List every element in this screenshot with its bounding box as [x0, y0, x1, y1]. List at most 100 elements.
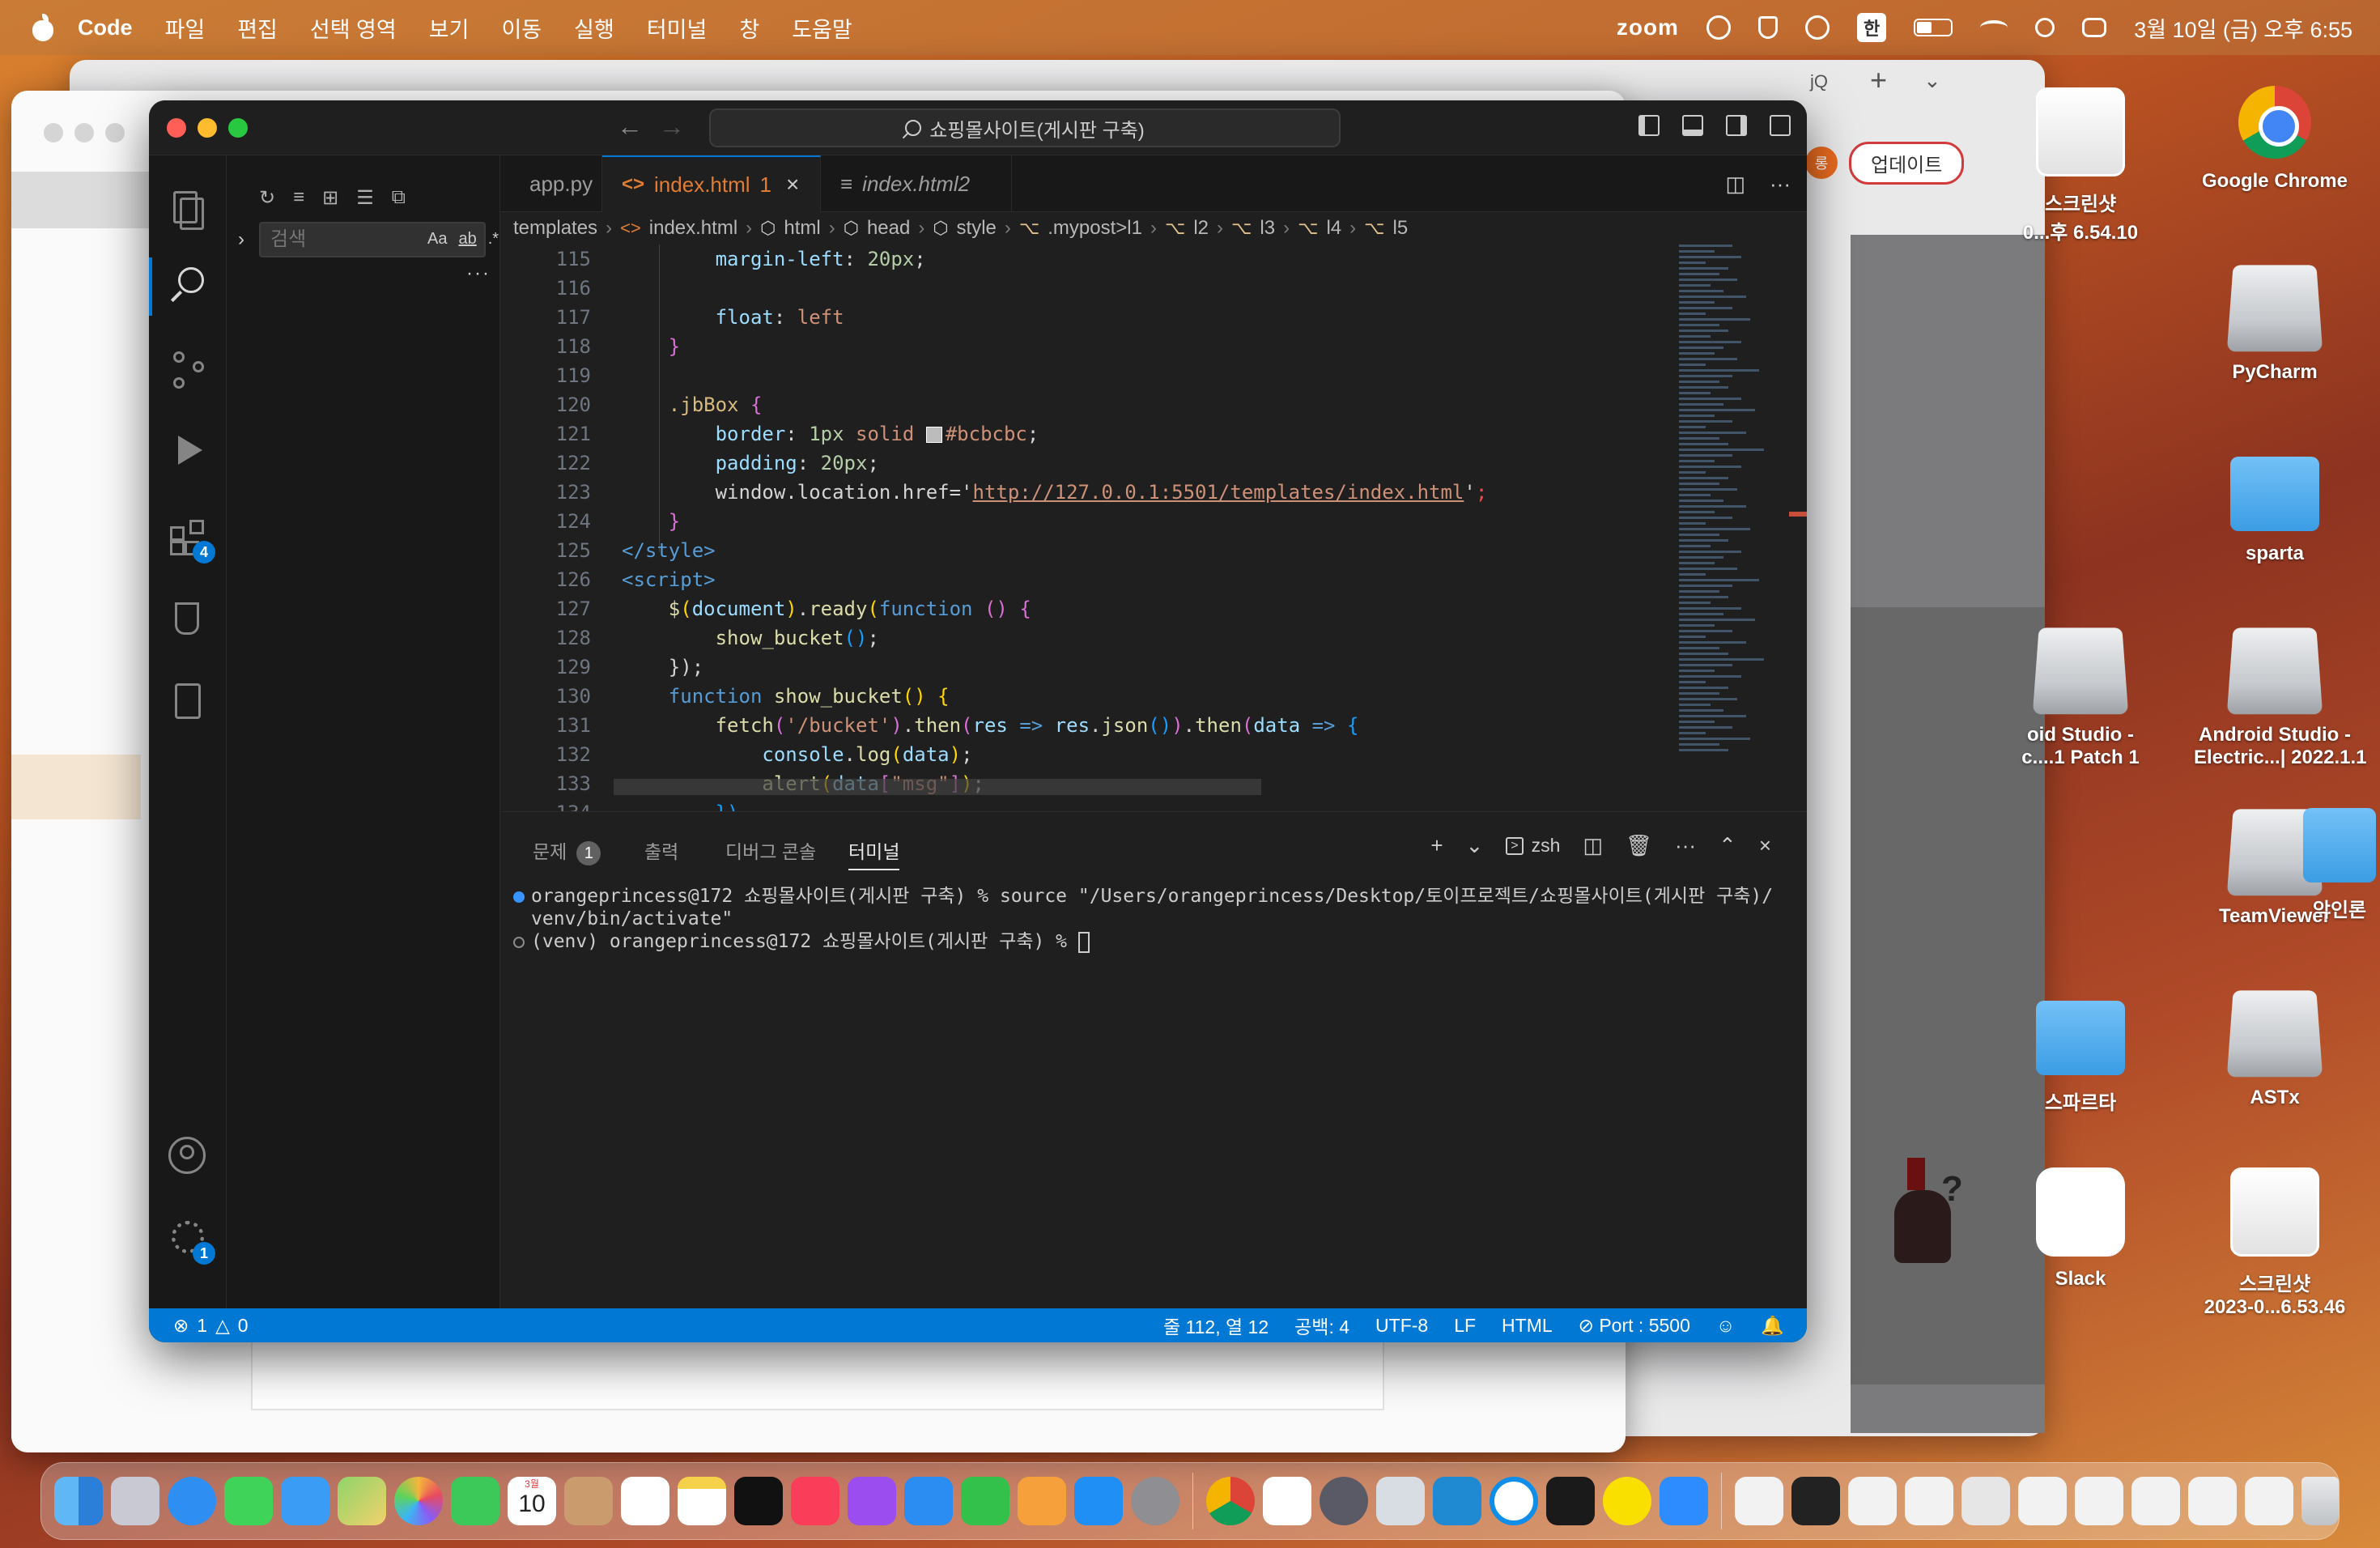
breadcrumb-l2[interactable]: l2: [1193, 217, 1209, 240]
command-success-decoration[interactable]: [513, 891, 525, 903]
more-actions-icon[interactable]: ···: [1770, 172, 1791, 197]
menu-go[interactable]: 이동: [501, 12, 542, 44]
minimized-window-thumbnail[interactable]: [1905, 1477, 1953, 1525]
run-debug-icon[interactable]: [167, 432, 209, 474]
desktop-icon-sparta-kr[interactable]: 스파르타: [2000, 986, 2161, 1115]
language-mode[interactable]: HTML: [1502, 1315, 1553, 1337]
back-arrow-icon[interactable]: ←: [617, 112, 643, 142]
minimized-window-thumbnail[interactable]: [2075, 1477, 2123, 1525]
kakaotalk-icon[interactable]: [1603, 1477, 1651, 1525]
eol-status[interactable]: LF: [1454, 1315, 1476, 1337]
podcasts-icon[interactable]: [848, 1477, 896, 1525]
menu-run[interactable]: 실행: [574, 12, 614, 44]
window-zoom-button-inactive[interactable]: [105, 123, 125, 142]
minimized-window-thumbnail[interactable]: [2018, 1477, 2067, 1525]
accounts-icon[interactable]: [167, 1135, 209, 1177]
profile-avatar[interactable]: 롱: [1805, 147, 1838, 179]
toggle-replace-chevron-icon[interactable]: ›: [238, 228, 244, 251]
breadcrumb-l4[interactable]: l4: [1326, 217, 1341, 240]
music-icon[interactable]: [791, 1477, 839, 1525]
desktop-icon-google-chrome[interactable]: Google Chrome: [2194, 78, 2356, 193]
minimap[interactable]: [1679, 245, 1768, 811]
window-minimize-button[interactable]: [198, 118, 217, 138]
toggle-search-details-icon[interactable]: ···: [466, 262, 491, 285]
menu-help[interactable]: 도움말: [792, 12, 852, 44]
maps-icon[interactable]: [338, 1477, 386, 1525]
code-url-link[interactable]: http://127.0.0.1:5501/templates/index.ht…: [973, 481, 1464, 504]
explorer-icon[interactable]: [167, 188, 209, 230]
desktop-icon-akinron[interactable]: 악인론: [2299, 793, 2380, 922]
vscode-icon[interactable]: [1433, 1477, 1481, 1525]
desktop-icon-sparta[interactable]: sparta: [2194, 442, 2356, 565]
forward-arrow-icon[interactable]: →: [659, 112, 685, 142]
collapse-all-icon[interactable]: ⧉: [392, 186, 406, 210]
safari-icon[interactable]: [168, 1477, 216, 1525]
command-pending-decoration[interactable]: [513, 937, 525, 948]
tab-index-html[interactable]: <> index.html 1 ×: [602, 155, 821, 212]
menu-file[interactable]: 파일: [165, 12, 206, 44]
pages-icon[interactable]: [1018, 1477, 1066, 1525]
live-server-port[interactable]: ⊘ Port : 5500: [1579, 1315, 1690, 1337]
menubar-clock[interactable]: 3월 10일 (금) 오후 6:55: [2134, 12, 2352, 44]
match-case-toggle[interactable]: Aa: [427, 230, 447, 249]
browser-update-button[interactable]: 업데이트: [1849, 141, 1965, 185]
terminal-output[interactable]: orangeprincess@172 쇼핑몰사이트(게시판 구축) % sour…: [513, 885, 1776, 953]
view-as-tree-icon[interactable]: ☰: [356, 186, 374, 210]
desktop-icon-pycharm[interactable]: PyCharm: [2194, 261, 2356, 384]
desktop-icon-screenshot-1[interactable]: 스크린샷 0...후 6.54.10: [2000, 87, 2161, 245]
indentation-status[interactable]: 공백: 4: [1294, 1312, 1349, 1339]
toggle-panel-icon[interactable]: [1682, 115, 1703, 136]
teamviewer-icon[interactable]: [1490, 1477, 1538, 1525]
shield-icon[interactable]: [1757, 16, 1778, 39]
minimized-window-thumbnail[interactable]: [2245, 1477, 2293, 1525]
browser-tab-fragment[interactable]: jQ: [1810, 71, 1828, 92]
split-terminal-icon[interactable]: ◫: [1583, 833, 1603, 858]
extensions-icon[interactable]: 4: [167, 515, 215, 563]
terminal-shell-name[interactable]: zsh: [1532, 835, 1561, 857]
customize-layout-icon[interactable]: [1770, 115, 1791, 136]
facetime-icon[interactable]: [451, 1477, 499, 1525]
window-minimize-button-inactive[interactable]: [74, 123, 94, 142]
window-close-button-inactive[interactable]: [44, 123, 63, 142]
menu-view[interactable]: 보기: [429, 12, 470, 44]
battery-icon[interactable]: [1914, 19, 1953, 36]
keynote-icon[interactable]: [904, 1477, 953, 1525]
panel-tab-debug-console[interactable]: 디버그 콘솔: [725, 836, 816, 864]
minimized-window-thumbnail[interactable]: [1735, 1477, 1783, 1525]
notebook-icon[interactable]: [167, 680, 209, 722]
menu-window[interactable]: 창: [739, 12, 759, 44]
breadcrumb-file[interactable]: index.html: [649, 217, 737, 240]
breadcrumb-l5[interactable]: l5: [1392, 217, 1408, 240]
minimized-window-thumbnail[interactable]: [1848, 1477, 1897, 1525]
chevron-down-icon[interactable]: ⌄: [1923, 68, 1941, 93]
breadcrumb-mypost[interactable]: .mypost>l1: [1048, 217, 1142, 240]
maximize-panel-icon[interactable]: ⌃: [1719, 833, 1736, 858]
messages-icon[interactable]: [224, 1477, 273, 1525]
horizontal-scrollbar[interactable]: [614, 779, 1261, 795]
photos-icon[interactable]: [394, 1477, 443, 1525]
minimized-window-thumbnail[interactable]: [2188, 1477, 2237, 1525]
breadcrumb-l3[interactable]: l3: [1260, 217, 1275, 240]
calendar-icon[interactable]: 3월 10: [508, 1477, 556, 1525]
new-terminal-icon[interactable]: +: [1430, 833, 1443, 858]
launchpad-icon[interactable]: [111, 1477, 159, 1525]
manage-gear-icon[interactable]: 1: [167, 1216, 215, 1265]
window-close-button[interactable]: [167, 118, 186, 138]
problems-status[interactable]: ⊗ 1 △ 0: [173, 1315, 249, 1337]
toggle-primary-sidebar-icon[interactable]: [1638, 115, 1660, 136]
new-search-editor-icon[interactable]: ⊞: [322, 186, 338, 210]
tv-icon[interactable]: [734, 1477, 783, 1525]
new-tab-icon[interactable]: +: [1870, 63, 1887, 97]
source-control-icon[interactable]: [167, 350, 209, 392]
search-view-icon[interactable]: [149, 257, 209, 316]
numbers-icon[interactable]: [961, 1477, 1009, 1525]
menu-app-name[interactable]: Code: [78, 15, 133, 40]
breadcrumb-style[interactable]: style: [957, 217, 997, 240]
testing-icon[interactable]: [167, 598, 209, 640]
slack-icon[interactable]: [1263, 1477, 1311, 1525]
use-regex-toggle[interactable]: .*: [488, 230, 499, 249]
desktop-icon-screenshot-2[interactable]: 스크린샷 2023-0...6.53.46: [2194, 1167, 2356, 1319]
clear-results-icon[interactable]: ≡: [293, 186, 304, 210]
appstore-icon[interactable]: [1074, 1477, 1123, 1525]
split-editor-icon[interactable]: ◫: [1725, 172, 1745, 197]
